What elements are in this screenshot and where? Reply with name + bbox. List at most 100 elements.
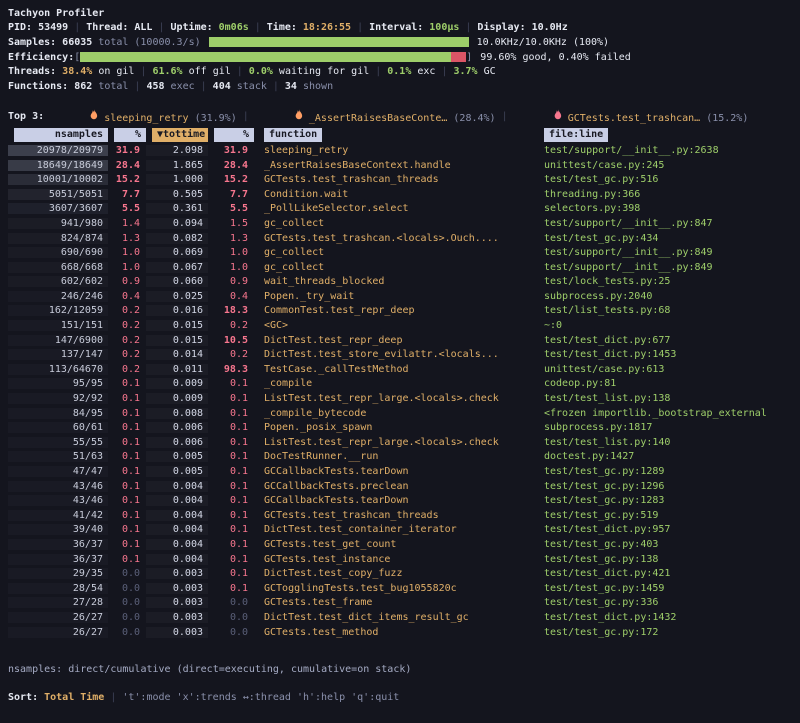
table-row[interactable]: 147/69000.20.01510.5DictTest.test_repr_d… xyxy=(8,333,792,348)
cell-file-line: threading.py:366 xyxy=(544,189,792,200)
cell-function: GCTests.test_trashcan_threads xyxy=(254,510,544,521)
table-row[interactable]: 3607/36075.50.3615.5_PollLikeSelector.se… xyxy=(8,202,792,217)
functions-exec: 458 xyxy=(146,81,164,92)
cell-pct-cumulative: 0.1 xyxy=(208,422,254,433)
cell-pct-cumulative: 0.1 xyxy=(208,437,254,448)
table-row[interactable]: 95/950.10.0090.1_compilecodeop.py:81 xyxy=(8,377,792,392)
header-pct-direct[interactable]: % xyxy=(108,128,146,142)
table-row[interactable]: 41/420.10.0040.1GCTests.test_trashcan_th… xyxy=(8,508,792,523)
separator: | xyxy=(465,22,471,33)
separator: | xyxy=(441,66,447,77)
cell-tottime: 1.865 xyxy=(146,160,208,171)
cell-nsamples: 26/27 xyxy=(8,612,108,623)
table-row[interactable]: 29/350.00.0030.1DictTest.test_copy_fuzzt… xyxy=(8,566,792,581)
table-row[interactable]: 60/610.10.0060.1Popen._posix_spawnsubpro… xyxy=(8,420,792,435)
cell-pct-direct: 0.1 xyxy=(108,539,146,550)
time-label: Time: xyxy=(267,22,297,33)
cell-tottime: 0.008 xyxy=(146,408,208,419)
functions-shown: 34 xyxy=(285,81,297,92)
threads-on-gil-pct: 38.4% xyxy=(62,66,92,77)
top3-item-pct: (31.9%) xyxy=(195,113,237,124)
threads-gc-name: GC xyxy=(484,66,496,77)
uptime-value: 0m06s xyxy=(219,22,249,33)
cell-file-line: test/test_list.py:138 xyxy=(544,393,792,404)
cell-function: CommonTest.test_repr_deep xyxy=(254,305,544,316)
table-row[interactable]: 824/8741.30.0821.3GCTests.test_trashcan.… xyxy=(8,231,792,246)
table-row[interactable]: 36/370.10.0040.1GCTests.test_get_countte… xyxy=(8,537,792,552)
cell-nsamples: 10001/10002 xyxy=(8,174,108,185)
cell-file-line: unittest/case.py:245 xyxy=(544,160,792,171)
table-row[interactable]: 28/540.00.0030.1GCTogglingTests.test_bug… xyxy=(8,581,792,596)
cell-file-line: test/test_dict.py:677 xyxy=(544,335,792,346)
table-row[interactable]: 668/6681.00.0671.0gc_collecttest/support… xyxy=(8,260,792,275)
header-nsamples[interactable]: nsamples xyxy=(8,128,108,142)
table-row[interactable]: 26/270.00.0030.0DictTest.test_dict_items… xyxy=(8,610,792,625)
table-row[interactable]: 10001/1000215.21.00015.2GCTests.test_tra… xyxy=(8,172,792,187)
table-row[interactable]: 92/920.10.0090.1ListTest.test_repr_large… xyxy=(8,391,792,406)
footer-sort-line: Sort:Total Time | 't':mode 'x':trends ↔:… xyxy=(8,690,792,705)
table-row[interactable]: 27/280.00.0030.0GCTests.test_frametest/t… xyxy=(8,596,792,611)
header-function[interactable]: function xyxy=(254,128,544,142)
header-pct-cumulative-label: % xyxy=(214,128,254,142)
efficiency-text: 99.60% good, 0.40% failed xyxy=(480,52,631,63)
efficiency-failed-segment xyxy=(451,52,466,62)
cell-pct-cumulative: 1.5 xyxy=(208,218,254,229)
cell-nsamples: 47/47 xyxy=(8,466,108,477)
cell-pct-direct: 0.2 xyxy=(108,349,146,360)
table-row[interactable]: 36/370.10.0040.1GCTests.test_instancetes… xyxy=(8,552,792,567)
table-row[interactable]: 151/1510.20.0150.2<GC>~:0 xyxy=(8,318,792,333)
header-pct-cumulative[interactable]: % xyxy=(208,128,254,142)
table-row[interactable]: 43/460.10.0040.1GCCallbackTests.preclean… xyxy=(8,479,792,494)
cell-tottime: 0.004 xyxy=(146,481,208,492)
cell-tottime: 0.004 xyxy=(146,524,208,535)
table-row[interactable]: 137/1470.20.0140.2DictTest.test_store_ev… xyxy=(8,347,792,362)
table-row[interactable]: 51/630.10.0050.1DocTestRunner.__rundocte… xyxy=(8,450,792,465)
table-row[interactable]: 20978/2097931.92.09831.9sleeping_retryte… xyxy=(8,143,792,158)
cell-function: gc_collect xyxy=(254,247,544,258)
cell-tottime: 0.003 xyxy=(146,568,208,579)
cell-nsamples: 43/46 xyxy=(8,481,108,492)
cell-tottime: 0.006 xyxy=(146,422,208,433)
cell-tottime: 0.004 xyxy=(146,554,208,565)
table-row[interactable]: 55/550.10.0060.1ListTest.test_repr_large… xyxy=(8,435,792,450)
header-tottime-sort[interactable]: ▼tottime xyxy=(146,128,208,142)
table-row[interactable]: 84/950.10.0080.1_compile_bytecode<frozen… xyxy=(8,406,792,421)
cell-tottime: 0.003 xyxy=(146,597,208,608)
table-row[interactable]: 113/646700.20.01198.3TestCase._callTestM… xyxy=(8,362,792,377)
cell-nsamples: 92/92 xyxy=(8,393,108,404)
samples-rate: (10000.3/s) xyxy=(134,37,200,48)
cell-pct-direct: 1.0 xyxy=(108,262,146,273)
cell-tottime: 0.004 xyxy=(146,510,208,521)
table-row[interactable]: 39/400.10.0040.1DictTest.test_container_… xyxy=(8,523,792,538)
cell-pct-direct: 0.0 xyxy=(108,583,146,594)
table-row[interactable]: 26/270.00.0030.0GCTests.test_methodtest/… xyxy=(8,625,792,640)
cell-pct-cumulative: 0.0 xyxy=(208,597,254,608)
table-row[interactable]: 18649/1864928.41.86528.4_AssertRaisesBas… xyxy=(8,158,792,173)
cell-nsamples: 29/35 xyxy=(8,568,108,579)
cell-pct-cumulative: 0.1 xyxy=(208,393,254,404)
cell-file-line: test/test_dict.py:1432 xyxy=(544,612,792,623)
table-row[interactable]: 690/6901.00.0691.0gc_collecttest/support… xyxy=(8,245,792,260)
table-row[interactable]: 246/2460.40.0250.4Popen._try_waitsubproc… xyxy=(8,289,792,304)
cell-pct-direct: 0.1 xyxy=(108,451,146,462)
cell-pct-cumulative: 0.1 xyxy=(208,451,254,462)
table-row[interactable]: 47/470.10.0050.1GCCallbackTests.tearDown… xyxy=(8,464,792,479)
cell-pct-direct: 0.0 xyxy=(108,568,146,579)
table-row[interactable]: 43/460.10.0040.1GCCallbackTests.tearDown… xyxy=(8,493,792,508)
top3-item-name: _AssertRaisesBaseConte… xyxy=(309,113,447,124)
cell-pct-cumulative: 98.3 xyxy=(208,364,254,375)
separator: | xyxy=(502,111,508,122)
cell-file-line: test/test_gc.py:519 xyxy=(544,510,792,521)
header-file-line[interactable]: file:line xyxy=(544,128,792,142)
separator: | xyxy=(134,81,140,92)
cell-file-line: test/support/__init__.py:2638 xyxy=(544,145,792,156)
table-row[interactable]: 162/120590.20.01618.3CommonTest.test_rep… xyxy=(8,304,792,319)
cell-pct-cumulative: 0.1 xyxy=(208,524,254,535)
table-row[interactable]: 941/9801.40.0941.5gc_collecttest/support… xyxy=(8,216,792,231)
table-row[interactable]: 5051/50517.70.5057.7Condition.waitthread… xyxy=(8,187,792,202)
header-file-line-label: file:line xyxy=(544,128,608,142)
cell-function: TestCase._callTestMethod xyxy=(254,364,544,375)
table-row[interactable]: 602/6020.90.0600.9wait_threads_blockedte… xyxy=(8,275,792,290)
cell-nsamples: 162/12059 xyxy=(8,305,108,316)
functions-exec-word: exec xyxy=(171,81,195,92)
